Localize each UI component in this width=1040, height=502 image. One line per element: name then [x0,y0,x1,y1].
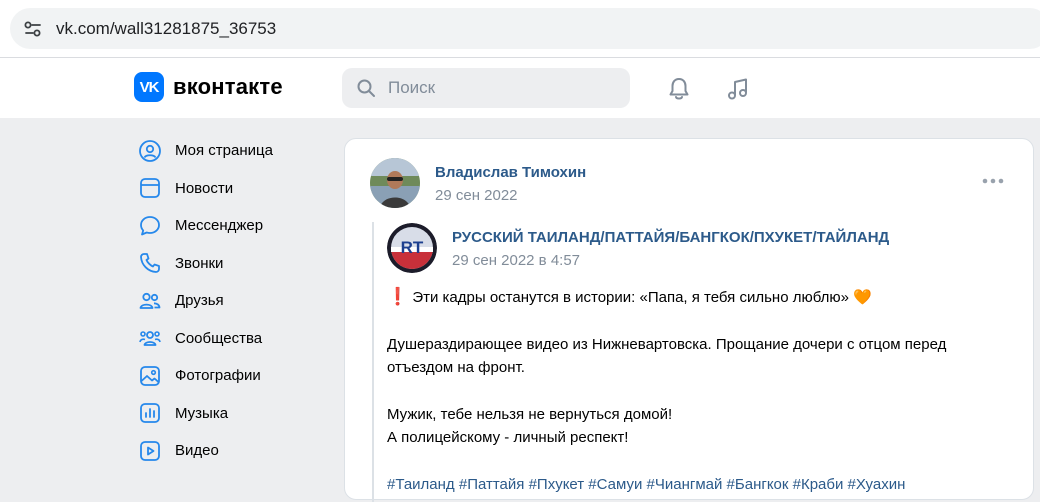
orange-heart-icon: 🧡 [853,289,872,306]
vk-logo-mark: VK [134,72,164,102]
video-icon [136,437,164,465]
sidebar-item-label: Новости [175,179,234,197]
sidebar-item-label: Музыка [175,404,229,422]
sidebar-item-label: Видео [175,442,219,460]
author-name[interactable]: Владислав Тимохин [435,164,586,181]
author-avatar[interactable] [370,158,420,208]
more-options-icon[interactable] [981,175,1005,187]
post-line-5: А полицейскому - личный респект! [387,429,629,446]
sidebar-item-label: Друзья [175,292,224,310]
exclamation-icon: ❗ [387,287,409,306]
phone-icon [136,249,164,277]
sidebar-item-music[interactable]: Музыка [136,395,326,433]
sidebar-item-messenger[interactable]: Мессенджер [136,207,326,245]
post-hashtags[interactable]: #Таиланд #Паттайя #Пхукет #Самуи #Чиангм… [387,473,1017,496]
bell-icon[interactable] [665,75,693,103]
sidebar-item-video[interactable]: Видео [136,432,326,470]
news-icon [136,174,164,202]
sidebar-item-label: Сообщества [175,329,263,347]
post-text: ❗ Эти кадры останутся в истории: «Папа, … [387,285,1017,496]
communities-icon [136,324,164,352]
sidebar-item-photos[interactable]: Фотографии [136,357,326,395]
tune-icon[interactable] [22,18,44,40]
site-header: VK вконтакте [0,58,1040,118]
sidebar-item-communities[interactable]: Сообщества [136,320,326,358]
group-name[interactable]: РУССКИЙ ТАИЛАНД/ПАТТАЙЯ/БАНГКОК/ПХУКЕТ/Т… [452,229,889,246]
post-date[interactable]: 29 сен 2022 [435,187,518,204]
chat-bubble-icon [136,212,164,240]
repost-divider [372,222,374,502]
url-text[interactable]: vk.com/wall31281875_36753 [56,19,276,39]
post-line-3: отъездом на фронт. [387,359,525,376]
friends-icon [136,287,164,315]
search-box[interactable] [342,68,630,108]
group-avatar-text: RT [401,238,424,257]
wall-post: Владислав Тимохин 29 сен 2022 RT РУССКИЙ… [344,138,1034,502]
sidebar-item-label: Мессенджер [175,217,264,235]
post-line-4: Мужик, тебе нельзя не вернуться домой! [387,406,673,423]
photo-icon [136,362,164,390]
sidebar-item-news[interactable]: Новости [136,170,326,208]
sidebar-item-friends[interactable]: Друзья [136,282,326,320]
vk-logo[interactable]: VK вконтакте [134,72,283,102]
browser-toolbar: vk.com/wall31281875_36753 [0,0,1040,58]
sidebar-item-label: Моя страница [175,142,273,160]
sidebar-item-label: Звонки [175,254,224,272]
music-note-icon[interactable] [724,75,752,103]
repost-date[interactable]: 29 сен 2022 в 4:57 [452,252,580,269]
post-line-2: Душераздирающее видео из Нижневартовска.… [387,336,947,353]
vk-logo-text: вконтакте [173,74,283,99]
address-bar[interactable]: vk.com/wall31281875_36753 [10,8,1040,49]
left-nav: Моя страница Новости Мессенджер Звонки Д… [136,132,326,470]
group-avatar[interactable]: RT [387,223,437,273]
sidebar-item-label: Фотографии [175,367,261,385]
sidebar-item-my-page[interactable]: Моя страница [136,132,326,170]
user-circle-icon [136,137,164,165]
post-line-1: ❗ Эти кадры останутся в истории: «Папа, … [387,285,1017,309]
search-input[interactable] [386,77,610,99]
search-icon [356,77,378,99]
music-icon [136,399,164,427]
sidebar-item-calls[interactable]: Звонки [136,245,326,283]
post-line-1-text: Эти кадры останутся в истории: «Папа, я … [412,289,849,306]
